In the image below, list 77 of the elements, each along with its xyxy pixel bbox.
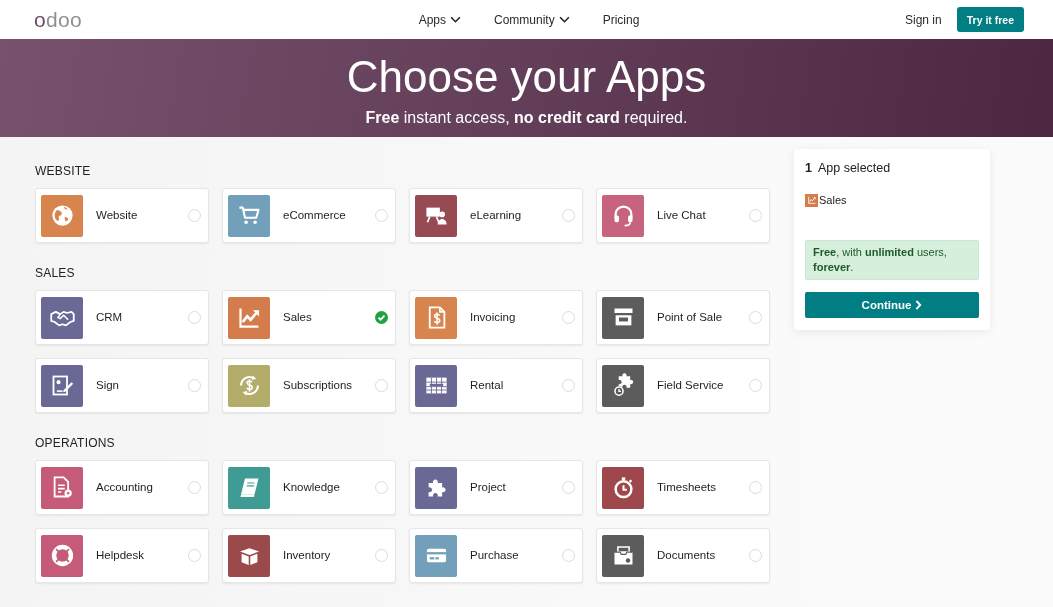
selected-count: 1 bbox=[805, 160, 812, 177]
radio-button[interactable] bbox=[375, 209, 388, 222]
app-name: Accounting bbox=[96, 480, 153, 495]
app-name: Timesheets bbox=[657, 480, 716, 495]
radio-button[interactable] bbox=[749, 379, 762, 392]
app-card[interactable]: Rental bbox=[409, 358, 583, 413]
radio-button[interactable] bbox=[562, 549, 575, 562]
app-card[interactable]: Project bbox=[409, 460, 583, 515]
app-card[interactable]: Point of Sale bbox=[596, 290, 770, 345]
section-heading: SALES bbox=[35, 265, 75, 282]
app-card[interactable]: CRM bbox=[35, 290, 209, 345]
check-circle-icon[interactable] bbox=[375, 311, 388, 324]
radio-button[interactable] bbox=[562, 379, 575, 392]
radio-button[interactable] bbox=[188, 481, 201, 494]
app-name: Knowledge bbox=[283, 480, 340, 495]
section-heading: OPERATIONS bbox=[35, 435, 115, 452]
continue-button[interactable]: Continue bbox=[805, 292, 979, 318]
radio-button[interactable] bbox=[562, 209, 575, 222]
app-card[interactable]: Sign bbox=[35, 358, 209, 413]
app-name: eLearning bbox=[470, 208, 522, 223]
app-card[interactable]: Accounting bbox=[35, 460, 209, 515]
radio-button[interactable] bbox=[749, 481, 762, 494]
app-card[interactable]: Helpdesk bbox=[35, 528, 209, 583]
app-card[interactable]: Documents bbox=[596, 528, 770, 583]
app-name: Documents bbox=[657, 548, 716, 563]
app-card[interactable]: Knowledge bbox=[222, 460, 396, 515]
sign-in-link[interactable]: Sign in bbox=[905, 11, 942, 28]
section-heading: WEBSITE bbox=[35, 163, 91, 180]
radio-button[interactable] bbox=[562, 481, 575, 494]
radio-button[interactable] bbox=[375, 549, 388, 562]
app-card[interactable]: Sales bbox=[222, 290, 396, 345]
radio-button[interactable] bbox=[562, 311, 575, 324]
app-card[interactable]: Website bbox=[35, 188, 209, 243]
app-name: Invoicing bbox=[470, 310, 516, 325]
app-name: Sales bbox=[283, 310, 312, 325]
app-name: Live Chat bbox=[657, 208, 706, 223]
try-free-button[interactable]: Try it free bbox=[956, 7, 1024, 32]
radio-button[interactable] bbox=[375, 481, 388, 494]
radio-button[interactable] bbox=[188, 549, 201, 562]
selected-app-name: Sales bbox=[819, 193, 847, 208]
app-name: Subscriptions bbox=[283, 378, 353, 393]
app-name: Point of Sale bbox=[657, 310, 723, 325]
app-name: Website bbox=[96, 208, 138, 223]
chevron-right-icon bbox=[915, 300, 923, 310]
page-title: Choose your Apps bbox=[346, 52, 707, 102]
app-card[interactable]: Subscriptions bbox=[222, 358, 396, 413]
app-card[interactable]: eCommerce bbox=[222, 188, 396, 243]
app-card[interactable]: Live Chat bbox=[596, 188, 770, 243]
nav-link[interactable]: Apps bbox=[418, 11, 461, 28]
promo-notice: Free, with unlimited users, forever. bbox=[805, 240, 979, 280]
app-card[interactable]: eLearning bbox=[409, 188, 583, 243]
summary-title: App selected bbox=[817, 160, 891, 177]
app-card[interactable]: Invoicing bbox=[409, 290, 583, 345]
app-name: eCommerce bbox=[283, 208, 346, 223]
radio-button[interactable] bbox=[188, 311, 201, 324]
app-card[interactable]: Field Service bbox=[596, 358, 770, 413]
app-name: CRM bbox=[96, 310, 123, 325]
radio-button[interactable] bbox=[749, 311, 762, 324]
app-card[interactable]: Inventory bbox=[222, 528, 396, 583]
radio-button[interactable] bbox=[375, 379, 388, 392]
radio-button[interactable] bbox=[749, 209, 762, 222]
nav-link[interactable]: Community bbox=[494, 11, 570, 28]
app-card[interactable]: Purchase bbox=[409, 528, 583, 583]
radio-button[interactable] bbox=[188, 379, 201, 392]
radio-button[interactable] bbox=[749, 549, 762, 562]
app-name: Purchase bbox=[470, 548, 519, 563]
app-name: Inventory bbox=[283, 548, 331, 563]
page-subtitle: Free instant access, no credit card required. bbox=[365, 108, 688, 128]
app-card[interactable]: Timesheets bbox=[596, 460, 770, 515]
app-name: Helpdesk bbox=[96, 548, 144, 563]
nav-link[interactable]: Pricing bbox=[602, 11, 640, 28]
app-name: Project bbox=[470, 480, 506, 495]
app-name: Field Service bbox=[657, 378, 724, 393]
app-name: Rental bbox=[470, 378, 504, 393]
logo[interactable]: odoo bbox=[34, 8, 82, 31]
app-name: Sign bbox=[96, 378, 120, 393]
radio-button[interactable] bbox=[188, 209, 201, 222]
